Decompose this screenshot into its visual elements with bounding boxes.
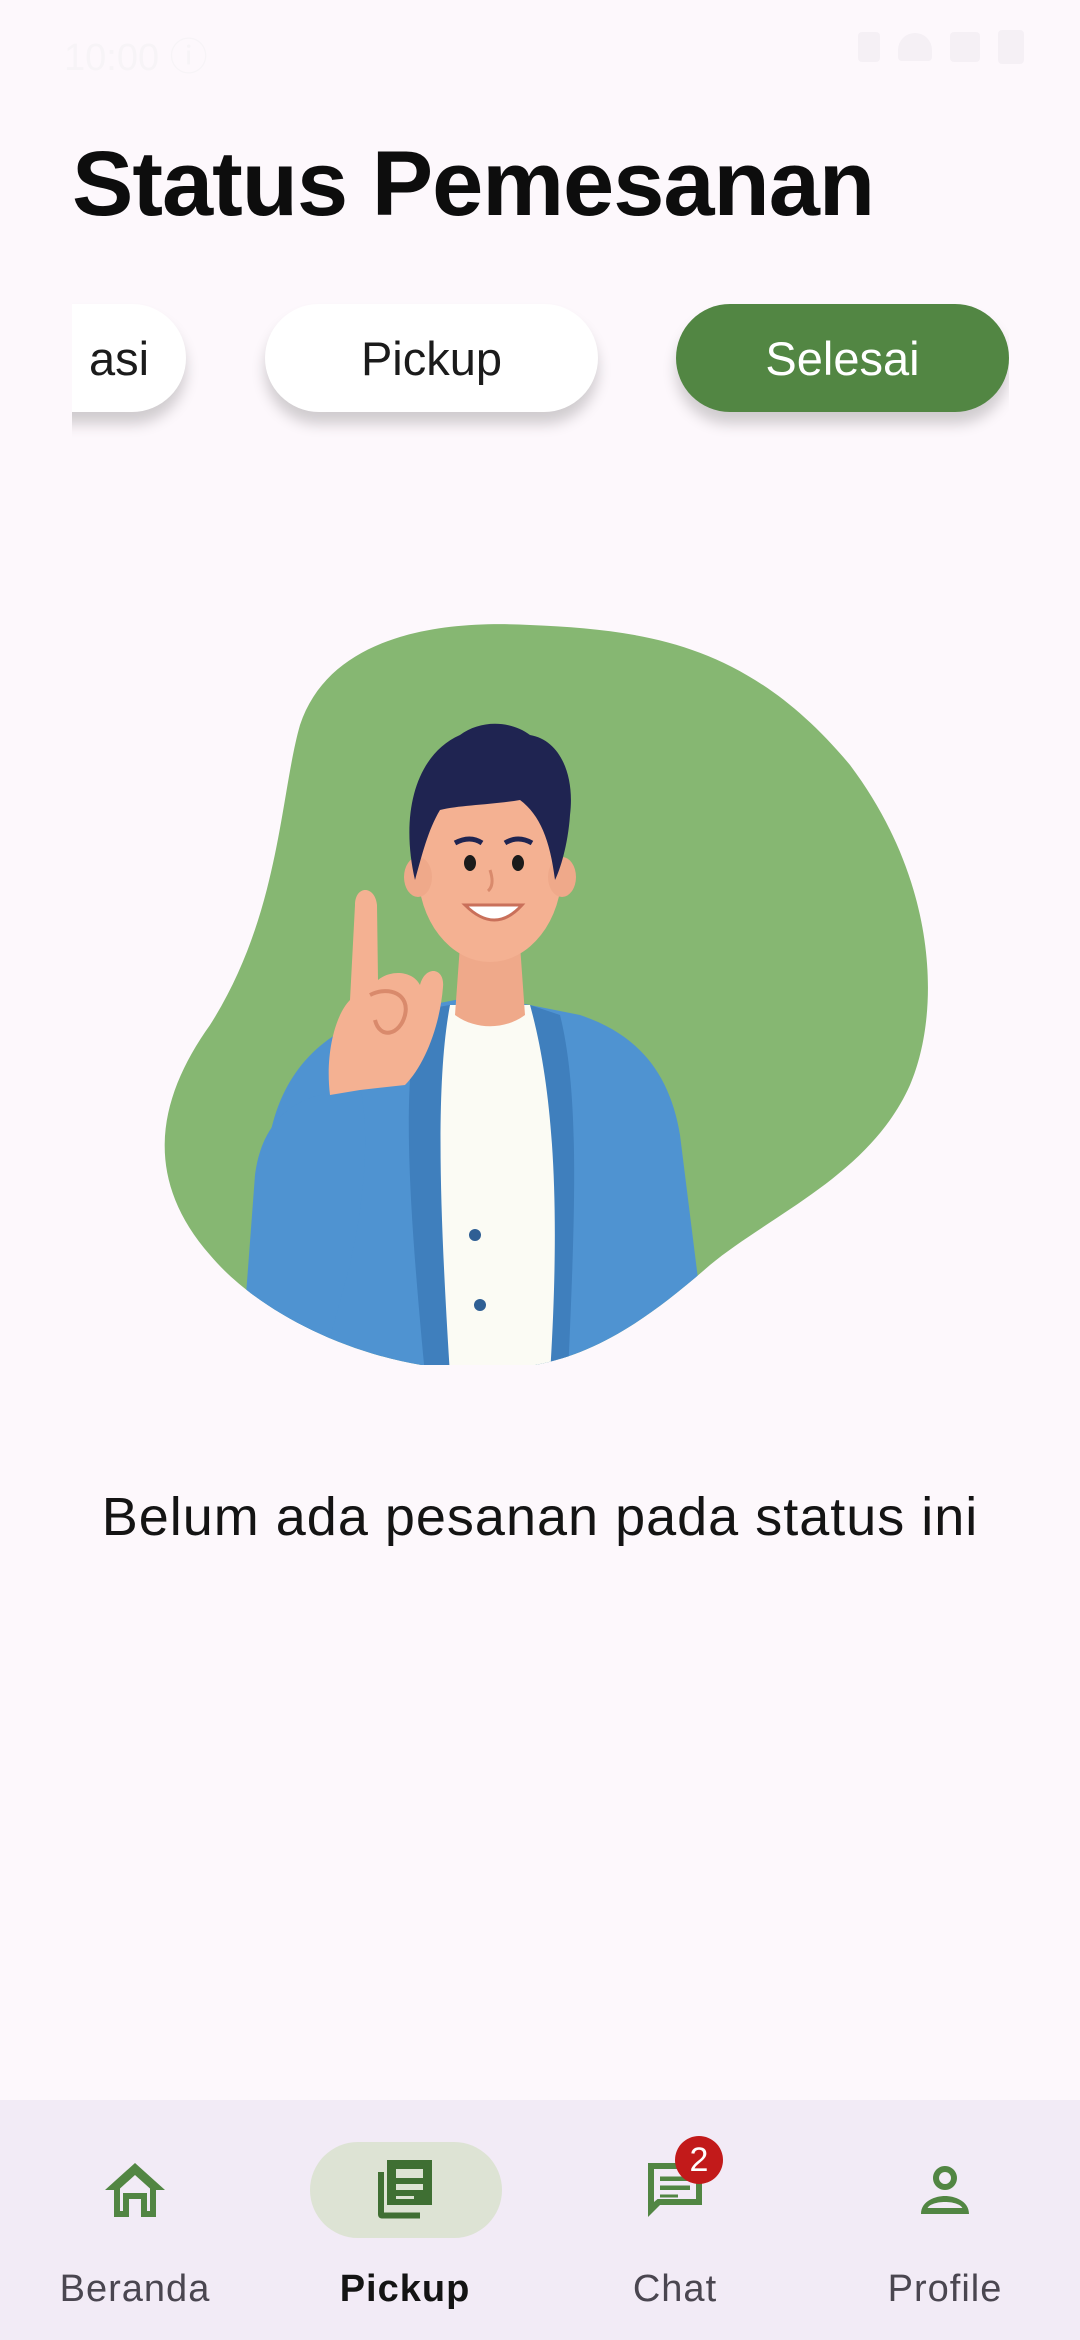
nav-item-pickup[interactable]: Pickup <box>270 2100 540 2340</box>
empty-state-message: Belum ada pesanan pada status ini <box>101 1487 979 1547</box>
bottom-navigation: Beranda Pickup Chat Profile <box>0 2100 1080 2340</box>
battery-icon <box>998 30 1024 64</box>
nav-item-chat[interactable]: Chat <box>540 2100 810 2340</box>
nav-label-pickup: Pickup <box>339 2268 471 2310</box>
signal-icon <box>950 32 980 62</box>
page-title: Status Pemesanan <box>72 133 875 235</box>
wifi-icon <box>898 33 932 61</box>
status-bar: 10:00 ⓘ <box>0 0 1080 95</box>
status-tabs[interactable]: asi Pickup Selesai <box>72 290 1009 440</box>
nav-label-chat: Chat <box>632 2268 718 2310</box>
empty-state-illustration <box>164 624 928 1365</box>
vibrate-icon <box>858 32 880 62</box>
tab-pickup[interactable]: Pickup <box>265 304 598 412</box>
article-icon <box>378 2160 432 2219</box>
home-icon <box>105 2163 165 2217</box>
tab-konfirmasi[interactable]: asi <box>72 304 186 412</box>
chat-notification-badge: 2 <box>675 2136 723 2184</box>
person-icon <box>921 2166 969 2214</box>
tab-selesai[interactable]: Selesai <box>676 304 1009 412</box>
nav-item-profile[interactable]: Profile <box>810 2100 1080 2340</box>
status-time: 10:00 ⓘ <box>64 37 208 79</box>
status-icons <box>858 30 1024 64</box>
nav-item-beranda[interactable]: Beranda <box>0 2100 270 2340</box>
nav-label-profile: Profile <box>887 2268 1003 2310</box>
nav-label-beranda: Beranda <box>59 2268 211 2310</box>
